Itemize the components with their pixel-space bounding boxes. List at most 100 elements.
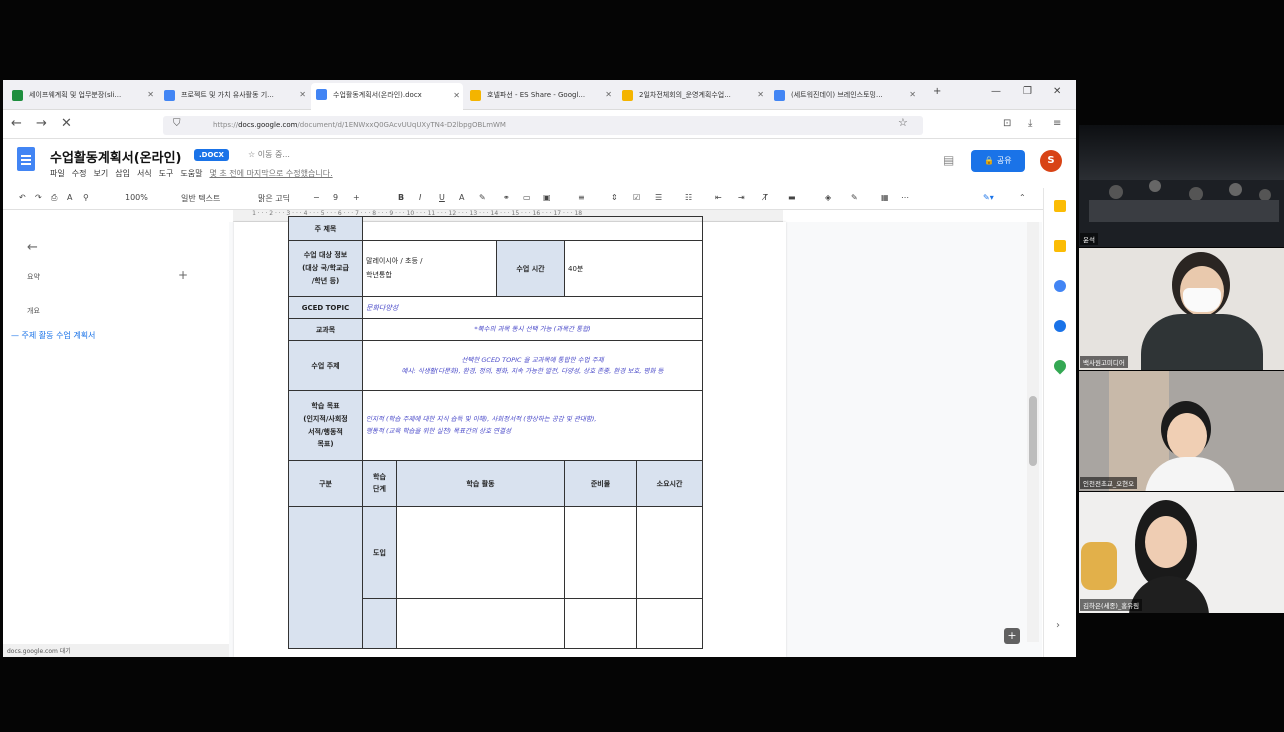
- gubun-cell[interactable]: [288, 506, 363, 649]
- numbered-list-icon[interactable]: ☷: [685, 193, 692, 202]
- expand-side-panel-icon[interactable]: ›: [1056, 620, 1060, 631]
- bold-icon[interactable]: B: [398, 193, 404, 202]
- target-value[interactable]: 말레이시아 / 초등 / 학년통합: [362, 240, 497, 297]
- shield-icon[interactable]: ⛉: [173, 118, 181, 129]
- style-select[interactable]: 일반 텍스트: [181, 193, 220, 204]
- font-select[interactable]: 맑은 고딕: [258, 193, 290, 204]
- participant-video-3[interactable]: 인천전초교_오현오: [1079, 371, 1284, 491]
- browser-tab-6[interactable]: (세트워진데이) 브레인스토밍... ✕: [769, 84, 919, 106]
- browser-tab-1[interactable]: 세이프웨계획 및 업무분장(sli... ✕: [7, 84, 157, 106]
- indent-increase-icon[interactable]: ⇥: [738, 193, 745, 202]
- last-edit-link[interactable]: 몇 초 전에 마지막으로 수정했습니다.: [210, 169, 333, 178]
- download-icon[interactable]: ⤓: [1028, 118, 1032, 129]
- font-size-input[interactable]: 9: [333, 193, 338, 202]
- image-icon[interactable]: ▣: [543, 193, 551, 202]
- google-docs-icon[interactable]: [17, 147, 35, 171]
- participant-video-2[interactable]: 백사원고미디어: [1079, 248, 1284, 370]
- more-icon[interactable]: ⋯: [901, 193, 909, 202]
- back-icon[interactable]: ←: [11, 116, 22, 131]
- menu-file[interactable]: 파일: [50, 169, 65, 178]
- theme-hint[interactable]: 선택한 GCED TOPIC 을 교과목에 통합한 수업 주제 예시: 식생활(…: [361, 340, 704, 391]
- forward-icon[interactable]: →: [36, 116, 47, 131]
- indent-decrease-icon[interactable]: ⇤: [715, 193, 722, 202]
- tab-close-icon[interactable]: ✕: [757, 84, 764, 106]
- prep-cell[interactable]: [564, 598, 637, 649]
- tasks-icon[interactable]: [1054, 240, 1066, 252]
- menu-tools[interactable]: 도구: [159, 169, 174, 178]
- collapse-menu-icon[interactable]: ⌃: [1019, 193, 1026, 202]
- goal-hint[interactable]: 인지적 (학습 주제에 대한 지식 습득 및 이해), 사회정서적 (향상하는 …: [361, 390, 704, 461]
- font-size-increase[interactable]: +: [353, 193, 360, 202]
- text-color-icon[interactable]: A: [459, 193, 464, 202]
- border-color-icon[interactable]: ▬: [788, 193, 796, 202]
- menu-icon[interactable]: ≡: [1053, 118, 1061, 129]
- browser-tab-3[interactable]: 수업활동계획서(온라인).docx ✕: [311, 83, 463, 110]
- line-spacing-icon[interactable]: ⇕: [611, 193, 618, 202]
- minimize-icon[interactable]: —: [991, 86, 1001, 97]
- share-button[interactable]: 🔒 공유: [971, 150, 1025, 172]
- outline-item[interactable]: — 주제 활동 수업 계획서: [11, 330, 95, 341]
- document-title[interactable]: 수업활동계획서(온라인): [50, 147, 181, 166]
- menu-help[interactable]: 도움말: [180, 169, 202, 178]
- time-cell[interactable]: [635, 598, 704, 649]
- italic-icon[interactable]: I: [419, 193, 421, 202]
- tab-close-icon[interactable]: ✕: [147, 84, 154, 106]
- user-avatar[interactable]: S: [1040, 150, 1062, 172]
- pocket-icon[interactable]: ⊡: [1003, 118, 1011, 129]
- scrollbar-thumb[interactable]: [1029, 396, 1037, 466]
- keep-icon[interactable]: [1054, 200, 1066, 212]
- maps-icon[interactable]: [1051, 357, 1069, 375]
- link-icon[interactable]: ⚭: [503, 193, 510, 202]
- comment-history-icon[interactable]: ▤: [943, 153, 954, 167]
- maximize-icon[interactable]: ❐: [1023, 86, 1032, 97]
- editing-mode-icon[interactable]: ✎▾: [983, 193, 994, 202]
- tab-close-icon[interactable]: ✕: [453, 83, 460, 108]
- border-width-icon[interactable]: ✎: [851, 193, 858, 202]
- contacts-icon[interactable]: [1054, 320, 1066, 332]
- menu-format[interactable]: 서식: [137, 169, 152, 178]
- paint-format-icon[interactable]: ⚲: [83, 193, 89, 202]
- time-value[interactable]: 40분: [563, 240, 704, 297]
- document-page[interactable]: 주 제목 수업 대상 정보 (대상 국/학교급 /학년 등) 말레이시아 / 초…: [234, 216, 786, 657]
- clear-formatting-icon[interactable]: T̸: [763, 193, 768, 202]
- add-summary-icon[interactable]: +: [178, 268, 188, 282]
- comment-icon[interactable]: ▭: [523, 193, 531, 202]
- undo-icon[interactable]: ↶: [19, 193, 26, 202]
- participant-video-1[interactable]: 윤석: [1079, 125, 1284, 247]
- move-status[interactable]: ☆ 이동 중...: [248, 149, 290, 160]
- browser-tab-4[interactable]: 호넬파선 - ES Share - Googl... ✕: [465, 84, 615, 106]
- browser-tab-2[interactable]: 프로젝트 및 가치 유사활동 기... ✕: [159, 84, 309, 106]
- calendar-icon[interactable]: [1054, 280, 1066, 292]
- gced-value[interactable]: 문화다양성: [361, 296, 704, 319]
- prep-cell[interactable]: [564, 506, 637, 599]
- tab-close-icon[interactable]: ✕: [909, 84, 916, 106]
- subject-hint[interactable]: *복수의 과목 동시 선택 가능 (과목간 통합): [361, 318, 704, 341]
- title-value[interactable]: [361, 216, 704, 241]
- new-tab-icon[interactable]: +: [933, 86, 941, 97]
- print-icon[interactable]: ⎙: [51, 193, 57, 203]
- close-window-icon[interactable]: ✕: [1053, 86, 1061, 97]
- activity-cell[interactable]: [396, 506, 565, 599]
- menu-insert[interactable]: 삽입: [115, 169, 130, 178]
- tab-close-icon[interactable]: ✕: [605, 84, 612, 106]
- outline-back-icon[interactable]: ←: [27, 240, 38, 255]
- bookmark-star-icon[interactable]: ☆: [898, 116, 908, 129]
- align-icon[interactable]: ≡: [578, 193, 585, 202]
- explore-icon[interactable]: +: [1004, 628, 1020, 644]
- bulleted-list-icon[interactable]: ☰: [655, 193, 662, 202]
- activity-cell[interactable]: [396, 598, 565, 649]
- tab-close-icon[interactable]: ✕: [299, 84, 306, 106]
- browser-tab-5[interactable]: 2일차전체회의_운영계획수업... ✕: [617, 84, 767, 106]
- highlight-icon[interactable]: ✎: [479, 193, 486, 202]
- spellcheck-icon[interactable]: A: [67, 193, 72, 202]
- zoom-select[interactable]: 100%: [125, 193, 148, 202]
- menu-edit[interactable]: 수정: [72, 169, 87, 178]
- redo-icon[interactable]: ↷: [35, 193, 42, 202]
- table-icon[interactable]: ▦: [881, 193, 889, 202]
- participant-video-4[interactable]: 김하은(세종)_홍유림: [1079, 492, 1284, 613]
- menu-view[interactable]: 보기: [93, 169, 108, 178]
- background-color-icon[interactable]: ◈: [825, 193, 831, 202]
- checklist-icon[interactable]: ☑: [633, 193, 640, 202]
- time-cell[interactable]: [635, 506, 704, 599]
- stop-icon[interactable]: ✕: [61, 116, 72, 131]
